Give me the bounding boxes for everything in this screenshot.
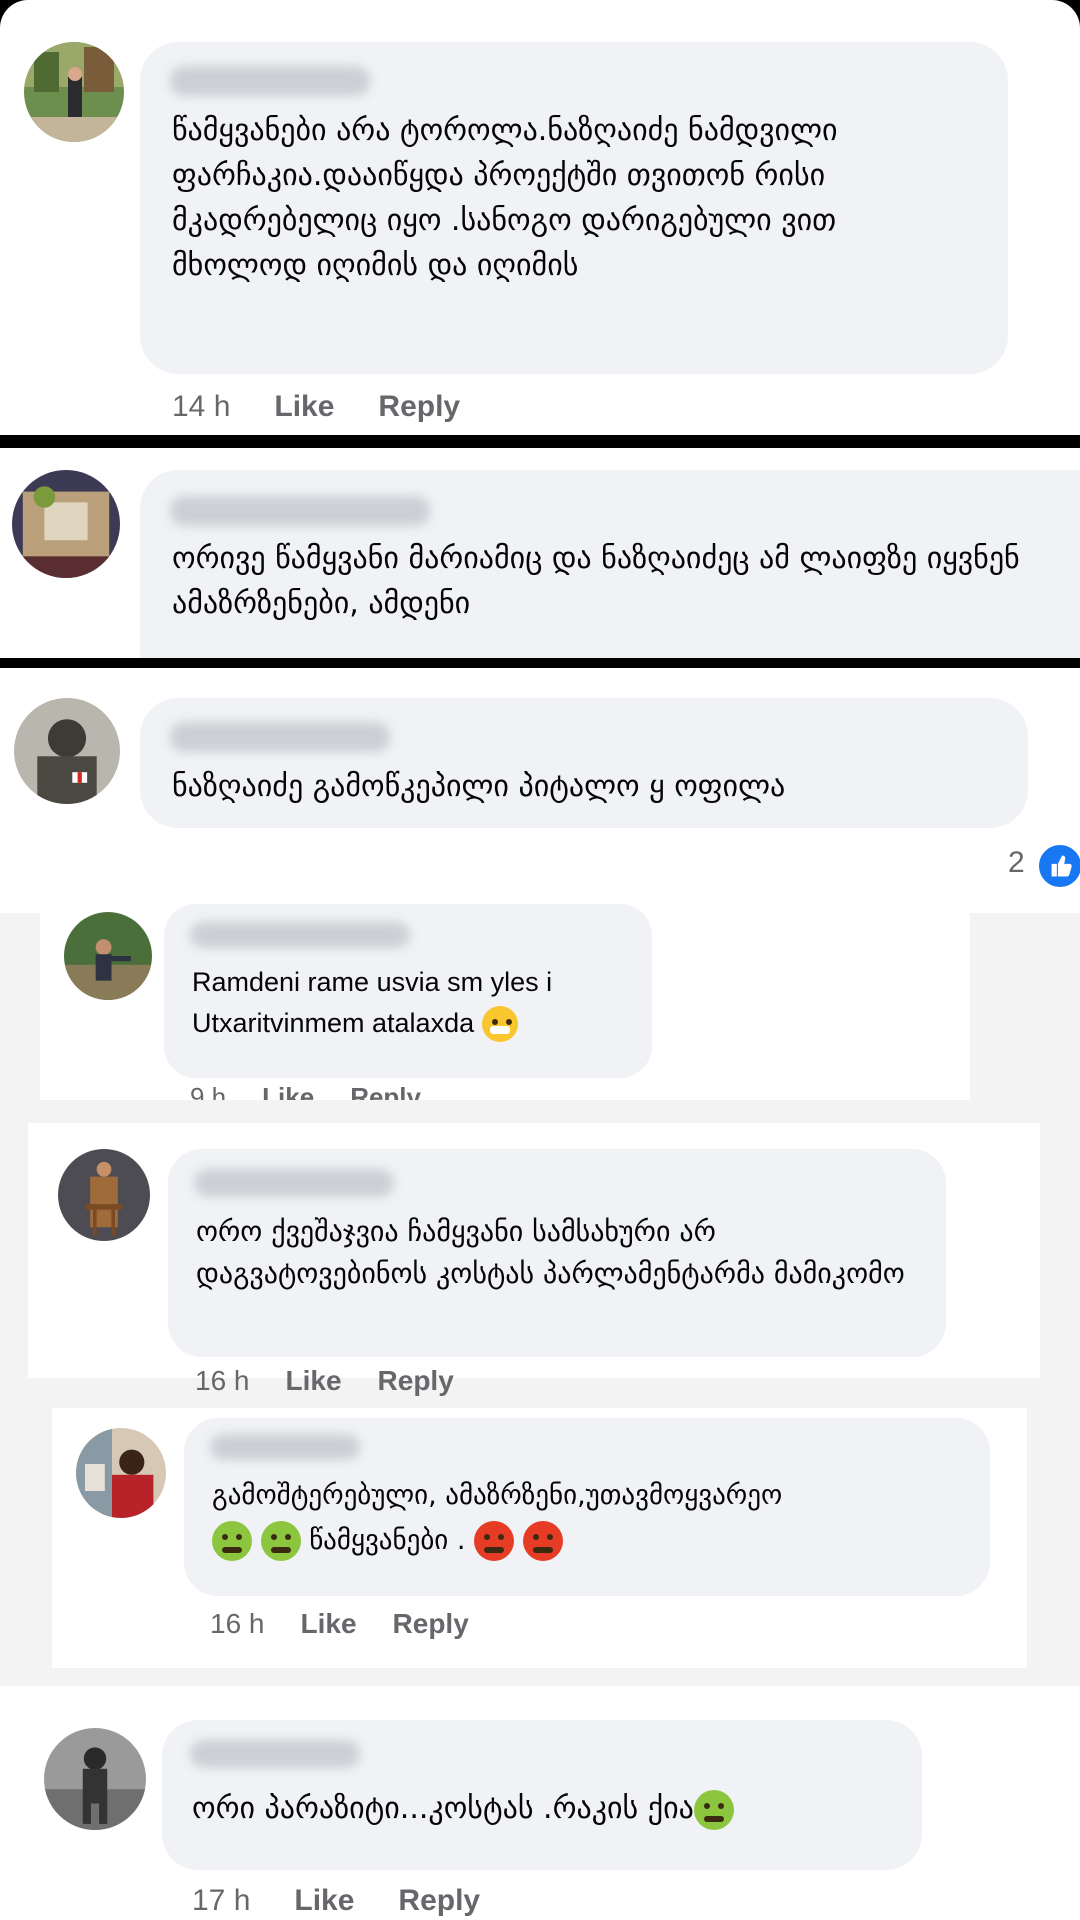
like-button[interactable]: Like bbox=[262, 1082, 314, 1100]
nauseated-face-icon bbox=[212, 1521, 252, 1562]
comment-actions: 16 h Like Reply bbox=[210, 1608, 469, 1640]
commenter-name[interactable] bbox=[170, 496, 430, 526]
like-button[interactable]: Like bbox=[301, 1608, 357, 1640]
like-button[interactable]: Like bbox=[286, 1365, 342, 1397]
comment-text: ნაზღაიძე გამოწკეპილი პიტალო ყ ოფილა bbox=[172, 769, 786, 804]
comment-bubble: Ramdeni rame usvia sm yles i Utxaritvinm… bbox=[164, 904, 652, 1078]
reaction-count: 2 bbox=[1008, 846, 1025, 879]
comment-actions: 16 h Like Reply bbox=[195, 1365, 454, 1397]
comment-bubble: ორი პარაზიტი...კოსტას .რაკის ქია bbox=[162, 1720, 922, 1870]
avatar[interactable] bbox=[64, 912, 152, 1000]
comment-panel-1: წამყვანები არა ტოროლა.ნაზღაიძე ნამდვილი … bbox=[0, 0, 1080, 435]
avatar[interactable] bbox=[14, 698, 120, 804]
commenter-name[interactable] bbox=[170, 722, 390, 752]
reply-button[interactable]: Reply bbox=[378, 1365, 454, 1397]
timestamp: 16 h bbox=[210, 1608, 265, 1639]
comment-bubble: გამოშტერებული, ამაზრზენი,უთავმოყვარეო წა… bbox=[184, 1418, 990, 1596]
reply-panel-2: ორო ქვეშაჯვია ჩამყვანი სამსახური არ დაგვ… bbox=[28, 1123, 1040, 1378]
comment-actions: 14 h Like Reply bbox=[172, 390, 460, 424]
angry-face-icon bbox=[474, 1521, 515, 1562]
comment-panel-4: ორი პარაზიტი...კოსტას .რაკის ქია 17 h Li… bbox=[0, 1686, 1080, 1920]
timestamp: 14 h bbox=[172, 390, 231, 423]
reply-button[interactable]: Reply bbox=[398, 1884, 480, 1918]
comment-actions: 17 h Like Reply bbox=[192, 1884, 480, 1918]
comment-actions: 9 h Like Reply bbox=[190, 1082, 421, 1100]
comment-bubble: ორივე წამყვანი მარიამიც და ნაზღაიძეც ამ … bbox=[140, 470, 1080, 658]
comment-panel-2: ორივე წამყვანი მარიამიც და ნაზღაიძეც ამ … bbox=[0, 448, 1080, 658]
like-button[interactable]: Like bbox=[274, 390, 334, 424]
comment-text: ორო ქვეშაჯვია ჩამყვანი სამსახური არ დაგვ… bbox=[196, 1215, 905, 1290]
comment-bubble: ორო ქვეშაჯვია ჩამყვანი სამსახური არ დაგვ… bbox=[168, 1149, 946, 1357]
timestamp: 9 h bbox=[190, 1082, 227, 1100]
comment-bubble: ნაზღაიძე გამოწკეპილი პიტალო ყ ოფილა bbox=[140, 698, 1028, 828]
reply-button[interactable]: Reply bbox=[393, 1608, 469, 1640]
timestamp: 17 h bbox=[192, 1884, 251, 1917]
like-thumb-icon bbox=[1036, 842, 1080, 890]
like-button[interactable]: Like bbox=[294, 1884, 354, 1918]
comment-text: გამოშტერებული, ამაზრზენი,უთავმოყვარეო წა… bbox=[212, 1474, 972, 1563]
comment-line-2: წამყვანები . bbox=[212, 1519, 972, 1564]
nauseated-face-icon bbox=[260, 1521, 301, 1562]
avatar[interactable] bbox=[58, 1149, 150, 1241]
commenter-name[interactable] bbox=[190, 922, 410, 948]
avatar[interactable] bbox=[12, 470, 120, 578]
comment-text: Ramdeni rame usvia sm yles i Utxaritvinm… bbox=[192, 962, 642, 1043]
comment-text-tail: წამყვანები . bbox=[309, 1524, 466, 1556]
reply-button[interactable]: Reply bbox=[350, 1082, 421, 1100]
grinning-face-icon bbox=[481, 1006, 518, 1043]
timestamp: 16 h bbox=[195, 1365, 250, 1396]
comment-text: ორივე წამყვანი მარიამიც და ნაზღაიძეც ამ … bbox=[172, 541, 1020, 621]
comment-text: ორი პარაზიტი...კოსტას .რაკის ქია bbox=[192, 1786, 912, 1831]
avatar[interactable] bbox=[76, 1428, 166, 1518]
avatar[interactable] bbox=[44, 1728, 146, 1830]
avatar[interactable] bbox=[24, 42, 124, 142]
commenter-name[interactable] bbox=[194, 1169, 394, 1197]
reply-button[interactable]: Reply bbox=[378, 390, 460, 424]
nauseated-face-icon bbox=[693, 1789, 734, 1830]
commenter-name[interactable] bbox=[170, 66, 370, 96]
comment-bubble: წამყვანები არა ტოროლა.ნაზღაიძე ნამდვილი … bbox=[140, 42, 1008, 374]
commenter-name[interactable] bbox=[190, 1740, 360, 1768]
reply-panel-1: Ramdeni rame usvia sm yles i Utxaritvinm… bbox=[40, 890, 970, 1100]
comment-line-1: გამოშტერებული, ამაზრზენი,უთავმოყვარეო bbox=[212, 1480, 783, 1511]
comment-panel-3: ნაზღაიძე გამოწკეპილი პიტალო ყ ოფილა 2 Ra… bbox=[0, 668, 1080, 1920]
reply-panel-3: გამოშტერებული, ამაზრზენი,უთავმოყვარეო წა… bbox=[52, 1408, 1027, 1668]
comment-text: წამყვანები არა ტოროლა.ნაზღაიძე ნამდვილი … bbox=[172, 113, 838, 283]
commenter-name[interactable] bbox=[210, 1434, 360, 1460]
angry-face-icon bbox=[522, 1521, 563, 1562]
